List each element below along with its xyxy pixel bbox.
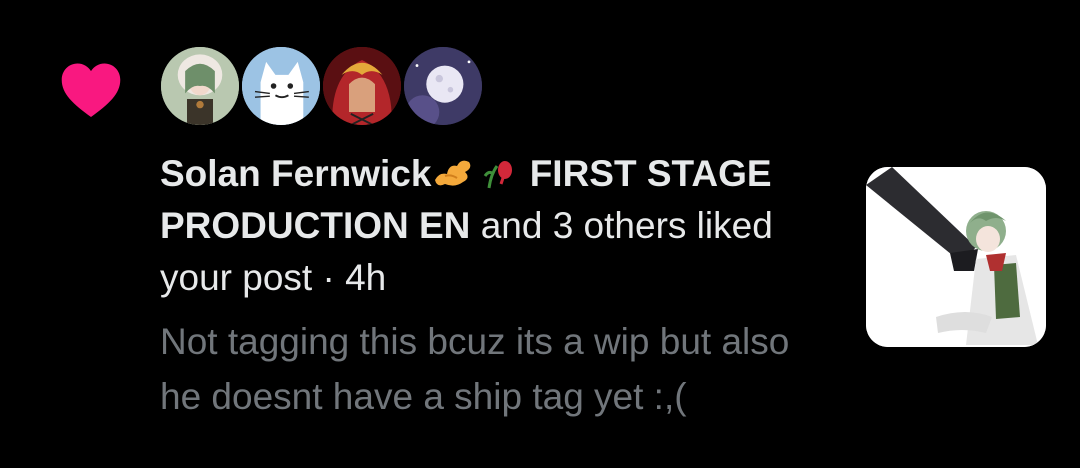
post-preview-text[interactable]: Not tagging this bcuz its a wip but also…: [160, 314, 820, 424]
wilted-rose-emoji: [475, 152, 519, 189]
notification-text: Solan Fernwick FIRST STAGE PRODUCTION EN…: [160, 148, 820, 424]
separator-dot: ·: [322, 257, 335, 298]
avatar-green-hair-character[interactable]: [158, 44, 242, 128]
heart-icon: [60, 62, 122, 118]
liker-name[interactable]: Solan Fernwick: [160, 153, 431, 194]
like-notification[interactable]: Solan Fernwick FIRST STAGE PRODUCTION EN…: [0, 0, 1080, 468]
avatar-red-hair-character[interactable]: [320, 44, 404, 128]
liker-avatars: [158, 44, 498, 134]
timestamp: 4h: [345, 257, 387, 298]
avatar-white-cat[interactable]: [239, 44, 323, 128]
avatar-moon[interactable]: [401, 44, 485, 128]
post-thumbnail[interactable]: [866, 167, 1046, 347]
ginger-emoji: [431, 152, 475, 188]
liked-summary[interactable]: Solan Fernwick FIRST STAGE PRODUCTION EN…: [160, 148, 820, 304]
